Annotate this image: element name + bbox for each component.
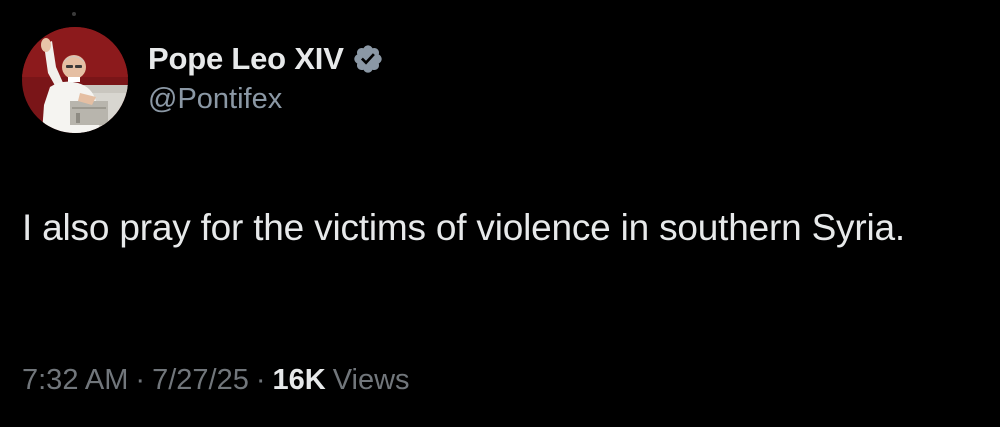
display-name-row: Pope Leo XIV — [148, 39, 384, 79]
author-names: Pope Leo XIV @Pontifex — [148, 39, 384, 116]
tweet[interactable]: Pope Leo XIV @Pontifex I also pray for t… — [22, 27, 978, 417]
display-name[interactable]: Pope Leo XIV — [148, 41, 344, 77]
tweet-header: Pope Leo XIV @Pontifex — [22, 27, 978, 133]
separator: · — [255, 364, 266, 396]
separator: · — [135, 364, 146, 396]
tweet-text: I also pray for the victims of violence … — [22, 207, 905, 248]
tweet-date[interactable]: 7/27/25 — [152, 364, 249, 397]
avatar-image — [22, 27, 128, 133]
tweet-meta: 7:32 AM · 7/27/25 · 16K Views — [22, 364, 410, 397]
views-count: 16K — [272, 364, 326, 396]
verified-badge-icon[interactable] — [352, 43, 384, 75]
avatar[interactable] — [22, 27, 128, 133]
scroll-indicator-dot — [72, 12, 76, 16]
tweet-time[interactable]: 7:32 AM — [22, 364, 128, 397]
handle[interactable]: @Pontifex — [148, 83, 384, 116]
views-label: Views — [332, 364, 410, 396]
